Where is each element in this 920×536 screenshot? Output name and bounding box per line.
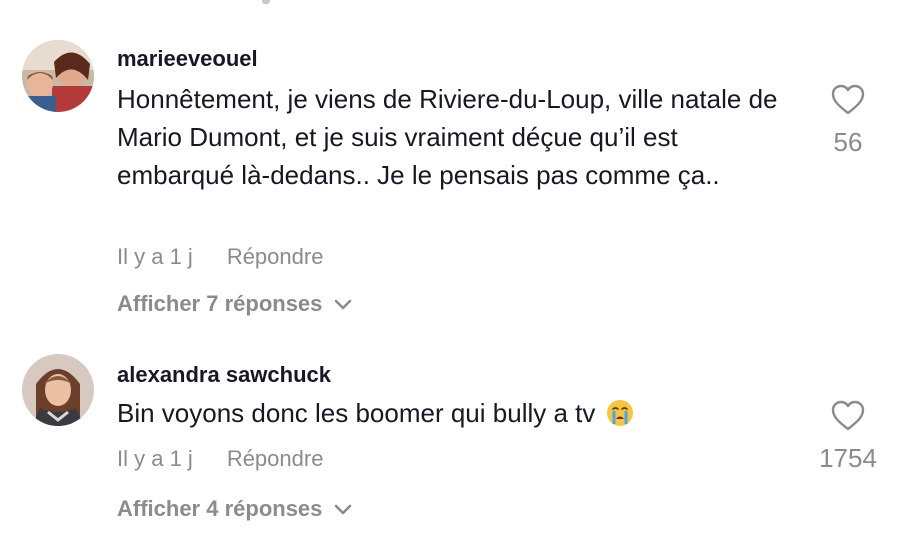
like-count: 56 [833,127,863,157]
comment-username[interactable]: alexandra sawchuck [117,362,331,388]
comment-meta: Il y a 1 j Répondre [117,244,323,270]
heart-outline-icon [831,400,865,436]
view-replies-button[interactable]: Afficher 7 réponses [117,291,352,317]
comment-text: Honnêtement, je viens de Riviere-du-Loup… [117,84,778,190]
chevron-down-icon [334,291,352,317]
reply-button[interactable]: Répondre [227,244,324,269]
like-count: 1754 [819,443,877,473]
like-button[interactable]: 1754 [798,400,898,474]
view-replies-label: Afficher 7 réponses [117,291,323,316]
comment-text: Bin voyons donc les boomer qui bully a t… [117,394,797,432]
comment-username[interactable]: marieeveouel [117,46,258,72]
chevron-down-icon [334,496,352,522]
comment-timestamp: Il y a 1 j [117,244,193,269]
reply-button[interactable]: Répondre [227,446,324,471]
scroll-remnant [262,0,270,4]
comment-text-body: Bin voyons donc les boomer qui bully a t… [117,398,596,428]
comment-meta: Il y a 1 j Répondre [117,446,323,472]
like-button[interactable]: 56 [798,84,898,158]
avatar[interactable] [22,40,94,112]
crying-face-icon [606,400,633,426]
heart-outline-icon [831,84,865,120]
view-replies-label: Afficher 4 réponses [117,496,323,521]
view-replies-button[interactable]: Afficher 4 réponses [117,496,352,522]
comment-timestamp: Il y a 1 j [117,446,193,471]
avatar[interactable] [22,354,94,426]
